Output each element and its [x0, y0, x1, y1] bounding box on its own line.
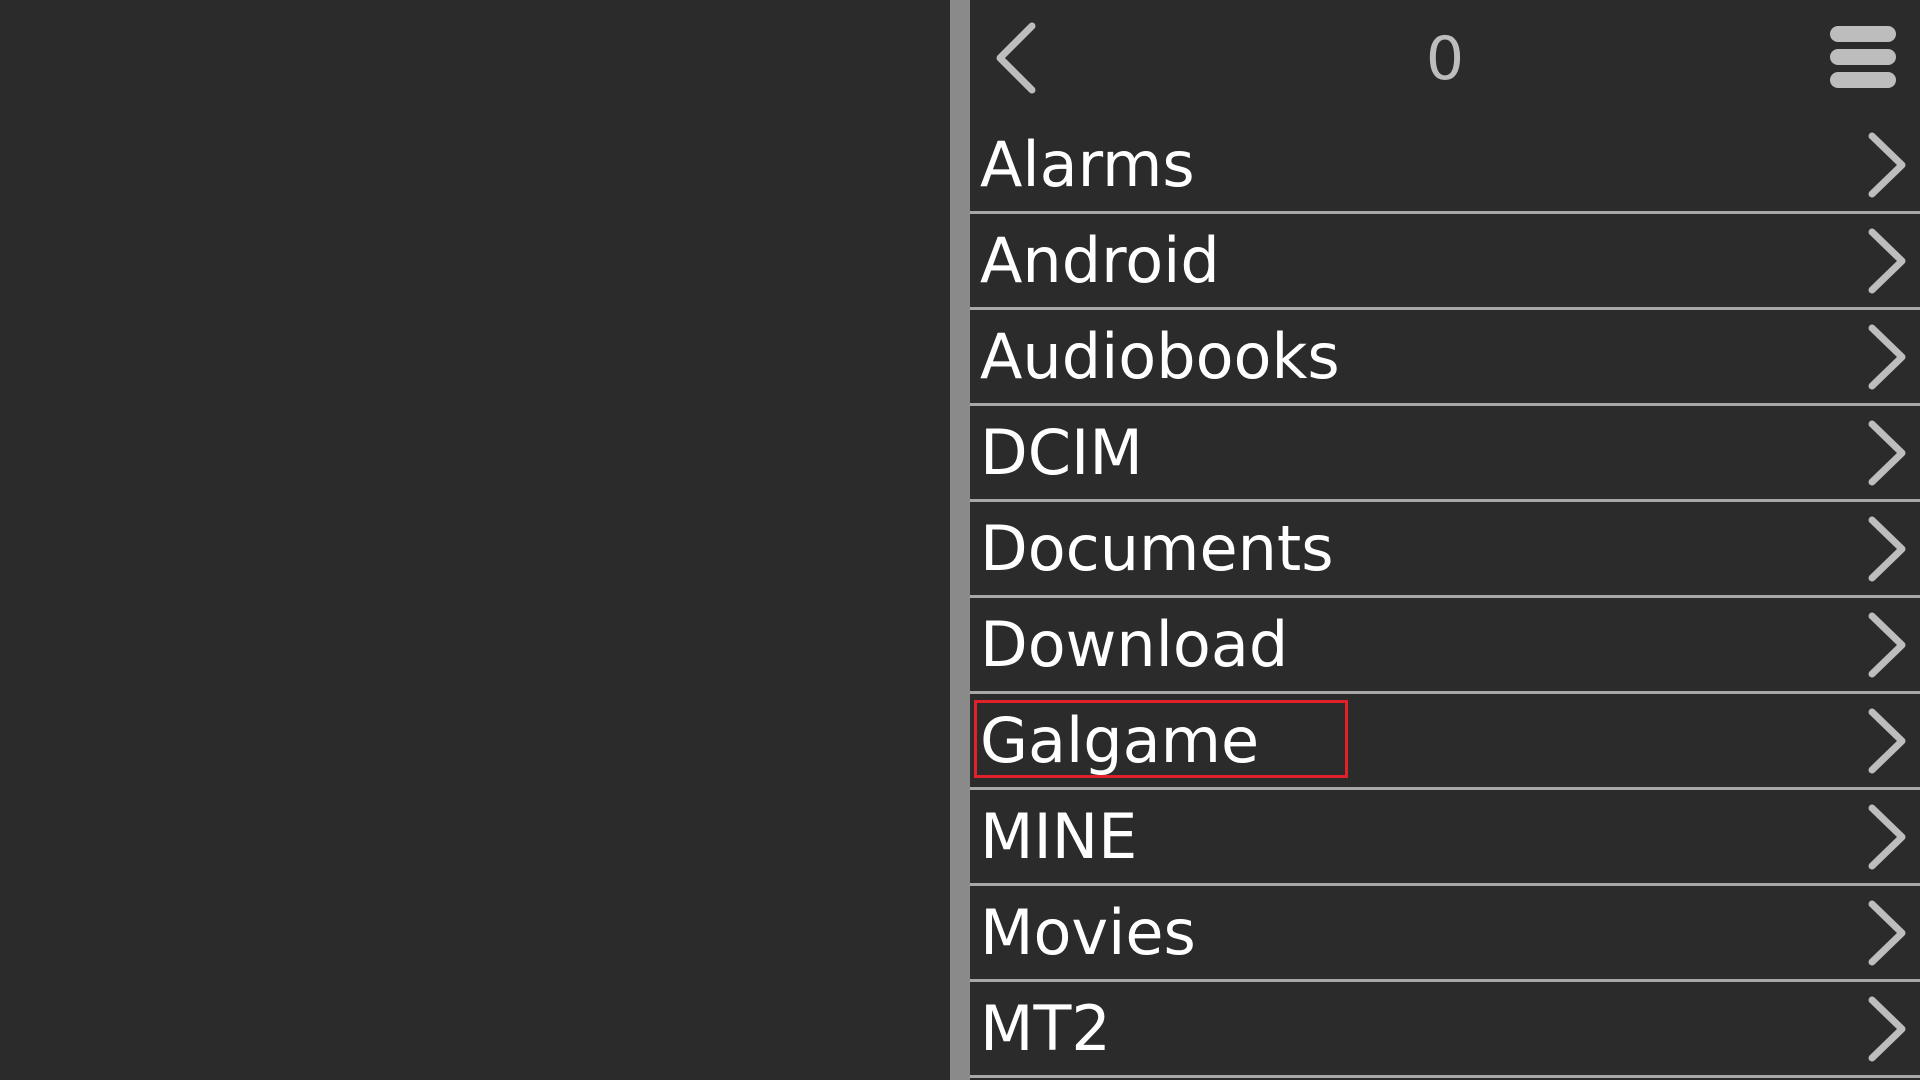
folder-row-galgame[interactable]: Galgame — [970, 694, 1920, 790]
folder-row-dcim[interactable]: DCIM — [970, 406, 1920, 502]
chevron-right-icon — [1864, 226, 1910, 296]
folder-name: Android — [980, 224, 1220, 297]
browser-header: 0 — [970, 0, 1920, 118]
folder-name: Alarms — [980, 128, 1195, 201]
chevron-right-icon — [1864, 418, 1910, 488]
folder-row-documents[interactable]: Documents — [970, 502, 1920, 598]
folder-row-movies[interactable]: Movies — [970, 886, 1920, 982]
chevron-right-icon — [1864, 514, 1910, 584]
folder-row-alarms[interactable]: Alarms — [970, 118, 1920, 214]
folder-name: Audiobooks — [980, 320, 1340, 393]
pane-divider[interactable] — [950, 0, 970, 1080]
chevron-right-icon — [1864, 802, 1910, 872]
folder-name: Galgame — [973, 700, 1349, 778]
folder-row-mt2[interactable]: MT2 — [970, 982, 1920, 1078]
folder-browser: 0 Alarms Android Audiobooks DCIM Documen… — [970, 0, 1920, 1080]
folder-name: DCIM — [980, 416, 1143, 489]
folder-list: Alarms Android Audiobooks DCIM Documents — [970, 118, 1920, 1078]
folder-row-mine[interactable]: MINE — [970, 790, 1920, 886]
back-button[interactable] — [980, 18, 1050, 98]
folder-row-audiobooks[interactable]: Audiobooks — [970, 310, 1920, 406]
folder-name: Download — [980, 608, 1289, 681]
chevron-right-icon — [1864, 130, 1910, 200]
folder-name: Movies — [980, 896, 1196, 969]
menu-button[interactable] — [1828, 22, 1898, 92]
folder-name: Documents — [980, 512, 1334, 585]
folder-row-download[interactable]: Download — [970, 598, 1920, 694]
chevron-right-icon — [1864, 706, 1910, 776]
chevron-right-icon — [1864, 322, 1910, 392]
chevron-right-icon — [1864, 994, 1910, 1064]
chevron-right-icon — [1864, 610, 1910, 680]
chevron-right-icon — [1864, 898, 1910, 968]
back-chevron-icon — [980, 18, 1050, 98]
app-screen: 0 Alarms Android Audiobooks DCIM Documen… — [0, 0, 1920, 1080]
left-pane — [0, 0, 950, 1080]
folder-name: MINE — [980, 800, 1138, 873]
hamburger-menu-icon — [1828, 22, 1898, 92]
folder-name: MT2 — [980, 992, 1111, 1065]
folder-row-android[interactable]: Android — [970, 214, 1920, 310]
page-title: 0 — [1425, 24, 1465, 94]
